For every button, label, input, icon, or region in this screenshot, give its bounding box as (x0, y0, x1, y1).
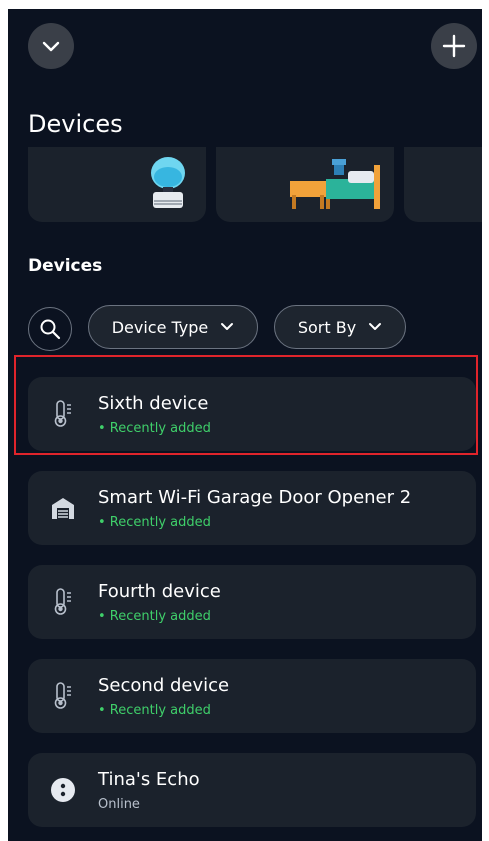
group-card-bedroom[interactable] (216, 139, 394, 222)
chevron-down-icon (221, 323, 234, 330)
add-device-button[interactable] (431, 23, 477, 69)
bed-icon (290, 159, 380, 209)
device-name: Smart Wi-Fi Garage Door Opener 2 (98, 487, 412, 508)
plus-icon (442, 34, 466, 58)
device-type-label: Device Type (111, 317, 209, 337)
device-row[interactable]: Smart Wi-Fi Garage Door Opener 2 • Recen… (28, 471, 476, 545)
device-row[interactable]: Fourth device • Recently added (28, 565, 476, 639)
carousel-top-edge (8, 139, 482, 147)
device-name: Fourth device (98, 581, 221, 602)
device-name: Second device (98, 675, 230, 696)
sort-by-filter[interactable]: Sort By (274, 305, 406, 349)
group-carousel[interactable] (8, 139, 482, 222)
device-row[interactable]: Tina's Echo Online (28, 753, 476, 827)
device-status: • Recently added (98, 515, 211, 530)
device-status: • Recently added (98, 703, 211, 718)
device-type-filter[interactable]: Device Type (88, 305, 258, 349)
search-icon (40, 319, 61, 340)
thermometer-icon (48, 681, 78, 711)
group-card-3[interactable] (404, 139, 482, 222)
thermometer-icon (48, 587, 78, 617)
echo-show-icon (151, 157, 185, 208)
selection-highlight (14, 355, 478, 455)
search-button[interactable] (28, 307, 72, 351)
sort-by-label: Sort By (297, 317, 357, 337)
echo-speaker-icon (48, 775, 78, 805)
chevron-down-icon (42, 41, 60, 52)
section-label: Devices (28, 256, 103, 276)
device-name: Tina's Echo (98, 769, 200, 790)
group-card-echo[interactable] (28, 139, 206, 222)
page-title: Devices (28, 110, 123, 138)
chevron-down-icon (369, 323, 382, 330)
device-status: Online (98, 797, 140, 812)
collapse-button[interactable] (28, 23, 74, 69)
device-status: • Recently added (98, 609, 211, 624)
garage-icon (48, 493, 78, 523)
device-row[interactable]: Second device • Recently added (28, 659, 476, 733)
